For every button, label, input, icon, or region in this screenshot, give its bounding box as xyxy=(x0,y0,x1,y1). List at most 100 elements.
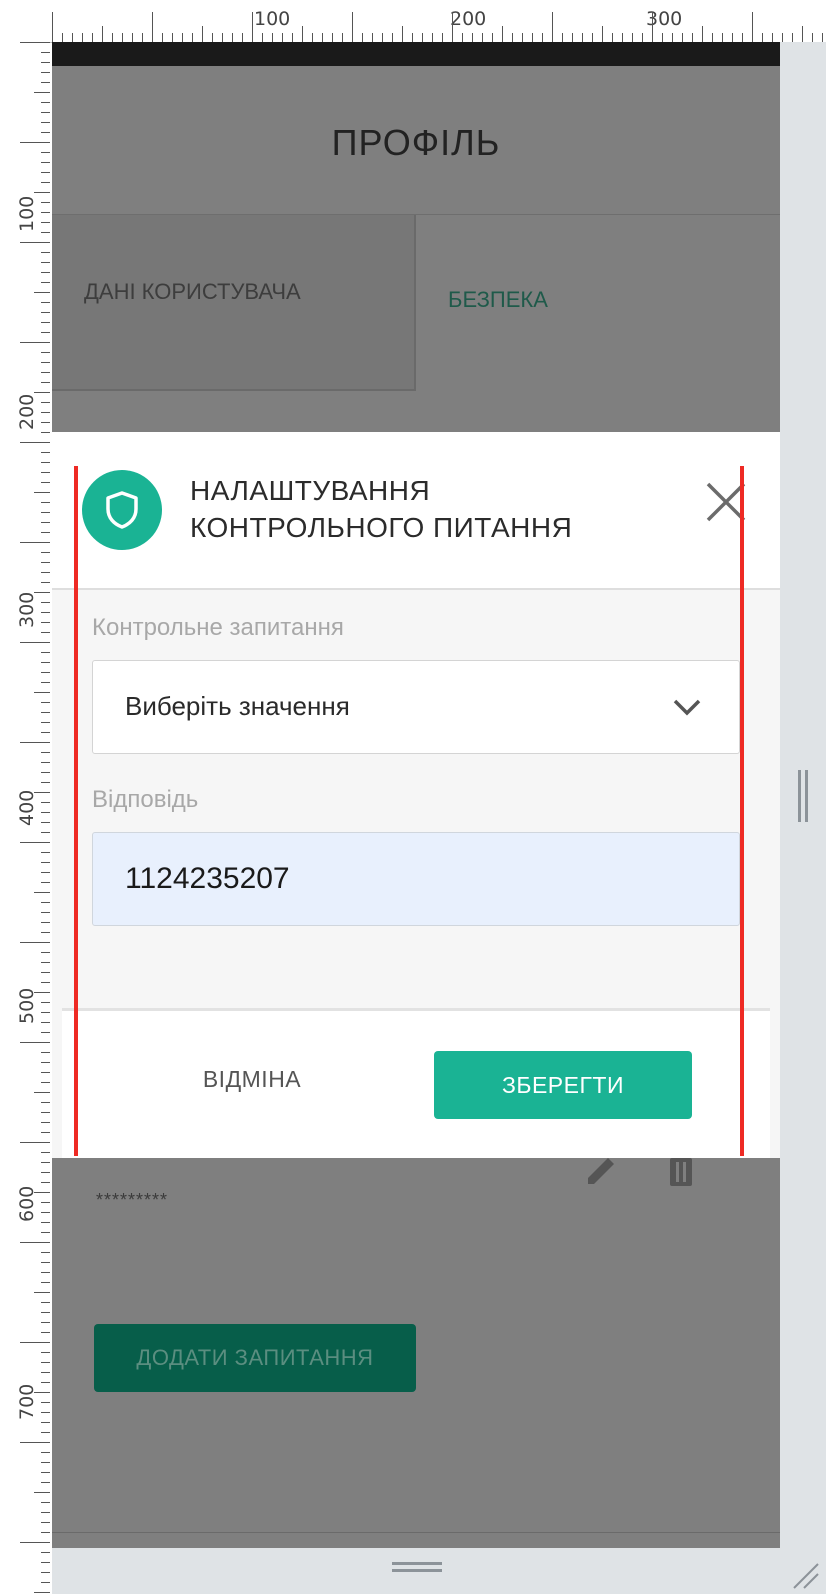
ruler-tick xyxy=(34,592,50,593)
vertical-ruler: 100 200 300 400 500 600 700 xyxy=(0,0,50,1594)
ruler-tick xyxy=(41,922,50,923)
ruler-tick xyxy=(41,302,50,303)
ruler-tick xyxy=(20,942,50,943)
resize-corner-icon[interactable] xyxy=(790,1560,820,1590)
tab-user-data[interactable]: ДАНІ КОРИСТУВАЧА xyxy=(52,215,416,391)
ruler-tick xyxy=(41,402,50,403)
ruler-tick xyxy=(41,1532,50,1533)
ruler-tick xyxy=(41,1002,50,1003)
ruler-tick xyxy=(782,33,783,42)
save-button[interactable]: ЗБЕРЕГТИ xyxy=(434,1051,692,1119)
ruler-tick xyxy=(20,1242,50,1243)
ruler-tick xyxy=(20,542,50,543)
ruler-tick xyxy=(41,1572,50,1573)
ruler-tick xyxy=(34,1392,50,1393)
ruler-tick xyxy=(41,132,50,133)
ruler-tick xyxy=(342,33,343,42)
ruler-tick xyxy=(34,792,50,793)
ruler-tick xyxy=(41,1232,50,1233)
ruler-tick xyxy=(34,392,50,393)
ruler-label: 700 xyxy=(16,1383,38,1420)
ruler-tick xyxy=(41,252,50,253)
question-select-value: Виберіть значення xyxy=(125,691,350,721)
ruler-tick xyxy=(512,33,513,42)
cancel-button[interactable]: ВІДМІНА xyxy=(172,1066,332,1093)
ruler-tick xyxy=(20,442,50,443)
ruler-tick xyxy=(41,1362,50,1363)
ruler-tick xyxy=(41,1432,50,1433)
ruler-tick xyxy=(542,33,543,42)
ruler-tick xyxy=(20,1042,50,1043)
ruler-tick xyxy=(41,1212,50,1213)
ruler-tick xyxy=(212,33,213,42)
ruler-tick xyxy=(772,33,773,42)
ruler-label: 200 xyxy=(450,8,487,30)
ruler-tick xyxy=(312,33,313,42)
ruler-label: 300 xyxy=(16,591,38,628)
ruler-tick xyxy=(232,33,233,42)
ruler-tick xyxy=(41,1202,50,1203)
ruler-tick xyxy=(41,1562,50,1563)
ruler-tick xyxy=(612,33,613,42)
ruler-tick xyxy=(722,33,723,42)
ruler-tick xyxy=(792,33,793,42)
answer-input[interactable] xyxy=(92,832,740,926)
ruler-tick xyxy=(822,33,823,42)
ruler-tick xyxy=(41,332,50,333)
ruler-tick xyxy=(72,33,73,42)
ruler-tick xyxy=(20,1142,50,1143)
ruler-tick xyxy=(41,452,50,453)
ruler-tick xyxy=(41,1172,50,1173)
ruler-tick xyxy=(34,1192,50,1193)
ruler-tick xyxy=(262,33,263,42)
ruler-tick xyxy=(452,12,453,42)
question-select[interactable]: Виберіть значення xyxy=(92,660,740,754)
ruler-tick xyxy=(41,62,50,63)
ruler-tick xyxy=(41,1022,50,1023)
ruler-tick xyxy=(41,1582,50,1583)
ruler-tick xyxy=(352,12,353,42)
ruler-tick xyxy=(41,662,50,663)
ruler-tick xyxy=(41,752,50,753)
ruler-tick xyxy=(41,552,50,553)
ruler-tick xyxy=(492,33,493,42)
modal-header: НАЛАШТУВАННЯ КОНТРОЛЬНОГО ПИТАННЯ xyxy=(52,432,780,590)
ruler-tick xyxy=(41,722,50,723)
tab-security[interactable]: БЕЗПЕКА xyxy=(416,215,780,391)
ruler-tick xyxy=(41,962,50,963)
ruler-tick xyxy=(272,33,273,42)
ruler-tick xyxy=(472,33,473,42)
ruler-tick xyxy=(592,33,593,42)
ruler-tick xyxy=(41,1282,50,1283)
ruler-tick xyxy=(41,1472,50,1473)
ruler-tick xyxy=(172,33,173,42)
ruler-tick xyxy=(41,1102,50,1103)
ruler-tick xyxy=(41,362,50,363)
tab-user-data-label: ДАНІ КОРИСТУВАЧА xyxy=(84,279,301,304)
ruler-tick xyxy=(41,462,50,463)
horizontal-resize-handle[interactable] xyxy=(392,1562,442,1572)
add-question-button[interactable]: ДОДАТИ ЗАПИТАННЯ xyxy=(94,1324,416,1392)
ruler-tick xyxy=(41,1482,50,1483)
ruler-tick xyxy=(41,782,50,783)
ruler-tick xyxy=(41,682,50,683)
ruler-tick xyxy=(362,33,363,42)
ruler-label: 100 xyxy=(254,8,291,30)
ruler-corner xyxy=(0,0,50,42)
ruler-tick xyxy=(41,1032,50,1033)
shield-icon xyxy=(106,491,138,529)
ruler-tick xyxy=(41,1402,50,1403)
ruler-tick xyxy=(41,212,50,213)
ruler-tick xyxy=(622,33,623,42)
ruler-tick xyxy=(41,322,50,323)
ruler-tick xyxy=(112,33,113,42)
ruler-tick xyxy=(122,33,123,42)
ruler-tick xyxy=(41,862,50,863)
ruler-tick xyxy=(442,33,443,42)
ruler-tick xyxy=(41,1462,50,1463)
ruler-tick xyxy=(41,72,50,73)
ruler-tick xyxy=(41,82,50,83)
vertical-resize-handle[interactable] xyxy=(798,770,808,822)
ruler-tick xyxy=(41,372,50,373)
ruler-tick xyxy=(41,1332,50,1333)
